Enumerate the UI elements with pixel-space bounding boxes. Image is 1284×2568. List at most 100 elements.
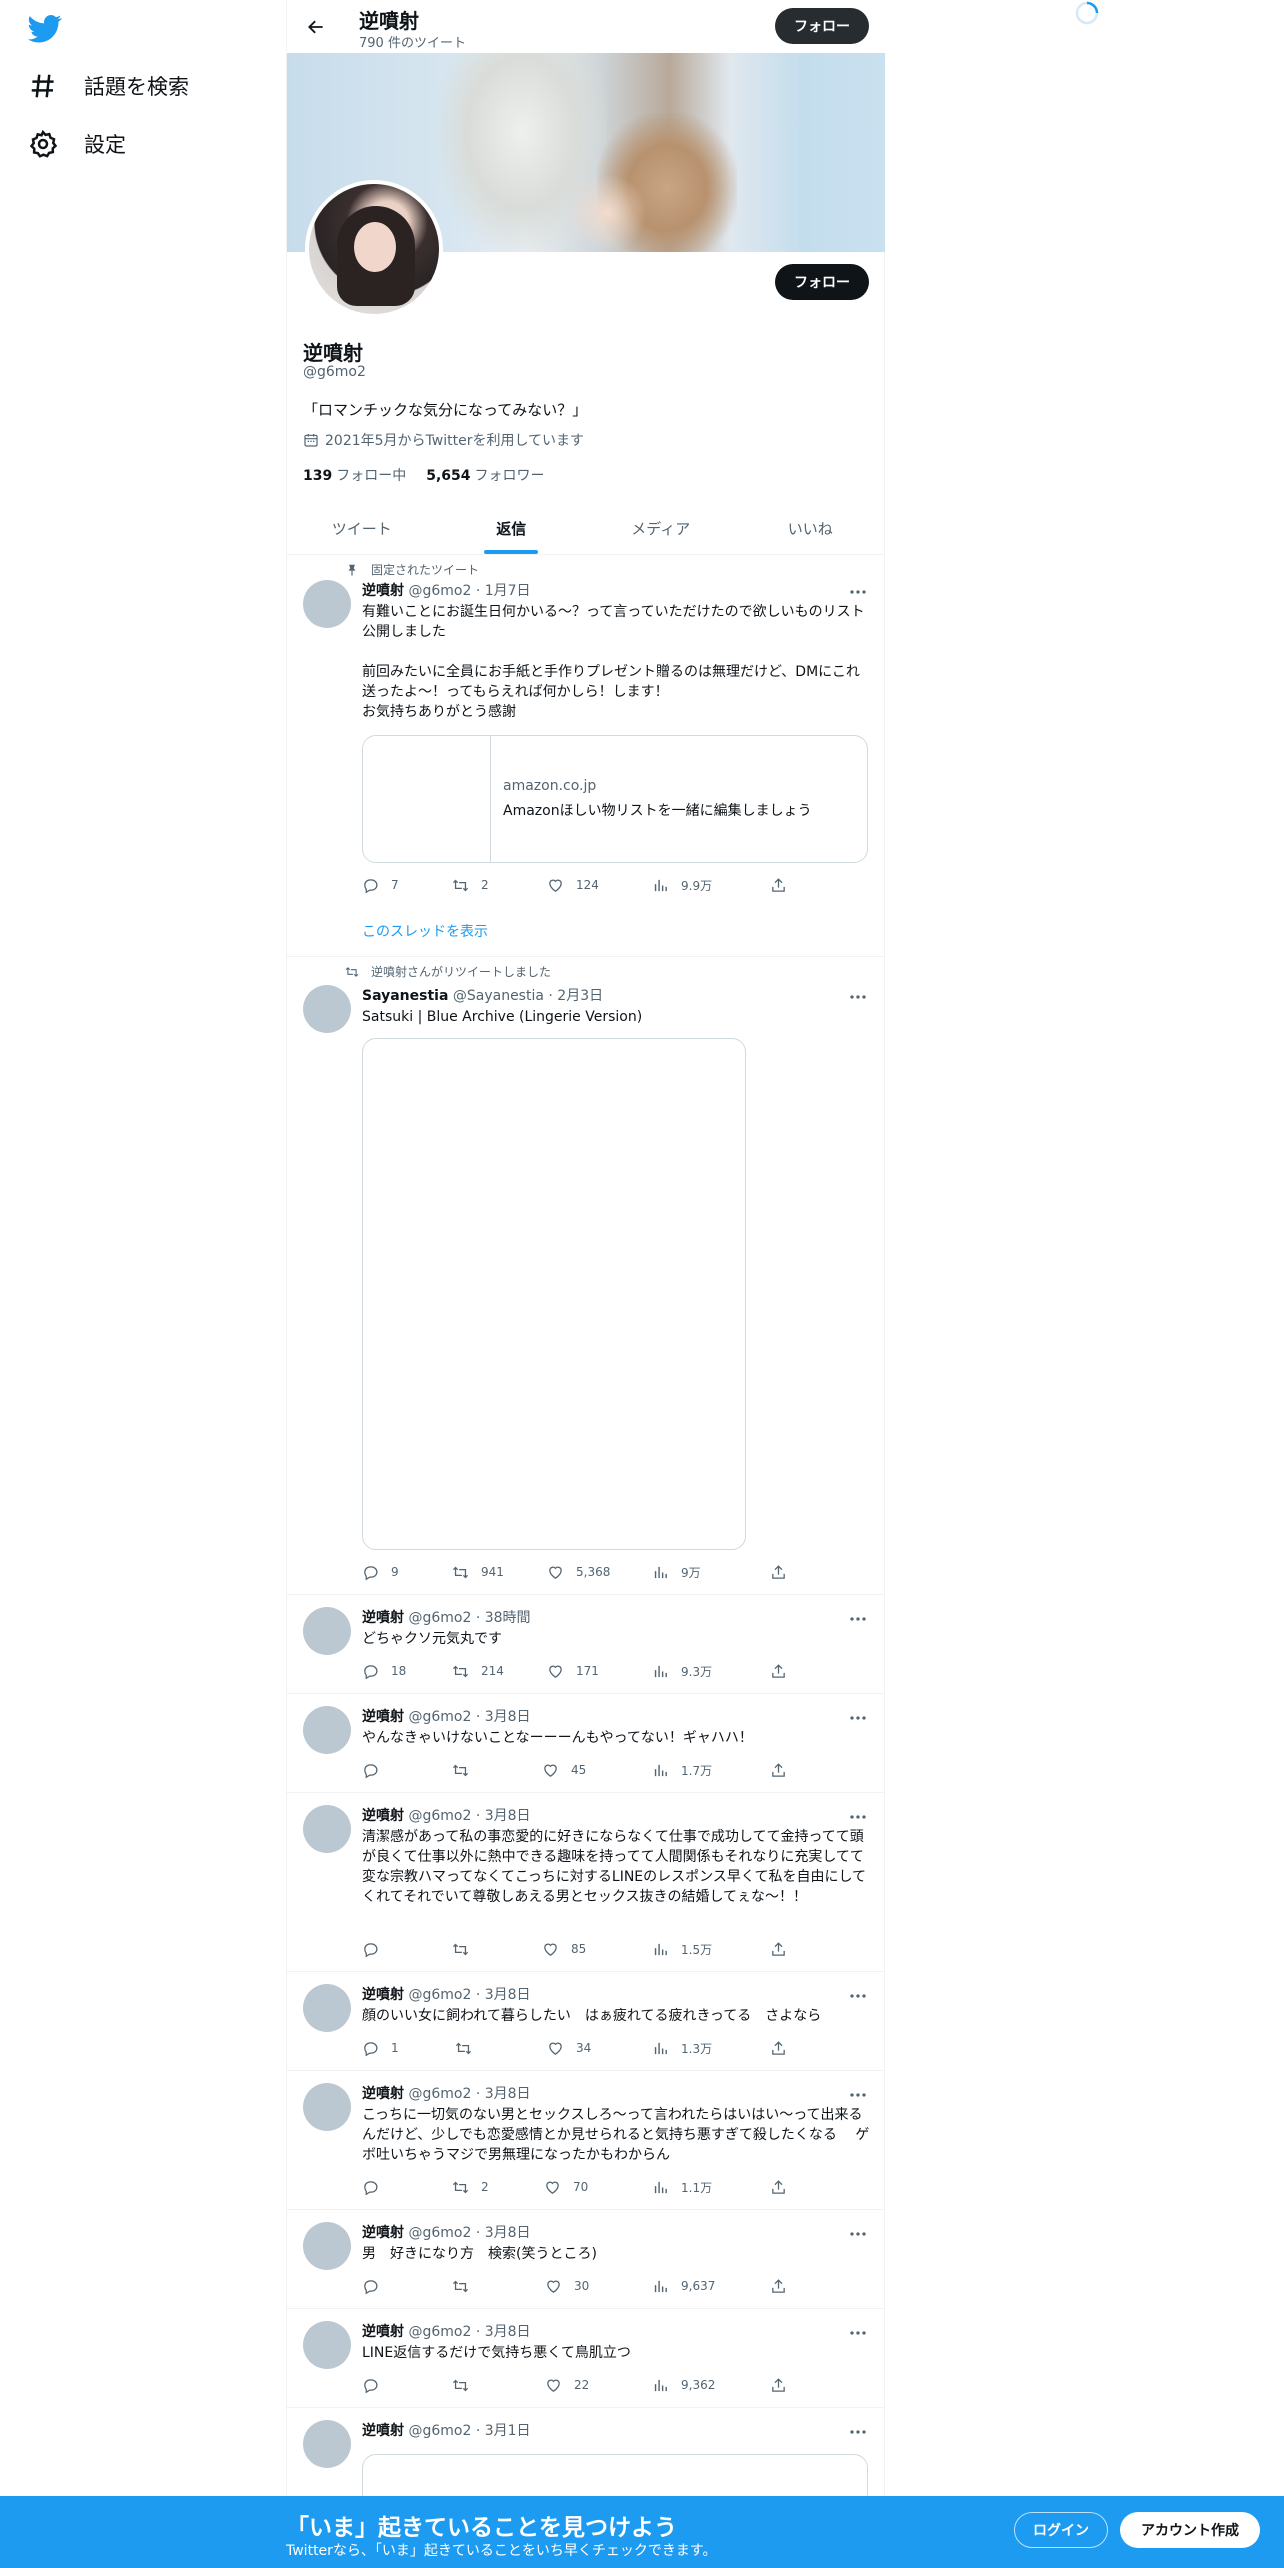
like-button[interactable]: 5,368 [547, 1562, 610, 1582]
like-button[interactable]: 171 [547, 1661, 599, 1681]
avatar[interactable] [303, 985, 351, 1033]
share-button[interactable] [770, 2276, 799, 2296]
retweet-button[interactable] [452, 1939, 481, 1959]
views-button[interactable]: 1.5万 [652, 1939, 712, 1959]
views-button[interactable]: 1.7万 [652, 1760, 712, 1780]
retweet-button[interactable] [452, 1760, 481, 1780]
tweet[interactable]: 逆噴射 @g6mo2 · 3月8日 LINE返信するだけで気持ち悪くて鳥肌立つ … [287, 2309, 885, 2408]
like-button[interactable]: 34 [547, 2038, 591, 2058]
more-button[interactable] [847, 1989, 869, 2003]
reply-button[interactable]: 7 [362, 875, 399, 895]
views-button[interactable]: 1.3万 [652, 2038, 712, 2058]
login-button[interactable]: ログイン [1014, 2512, 1108, 2548]
retweet-button[interactable]: 214 [452, 1661, 504, 1681]
views-button[interactable]: 9万 [652, 1562, 701, 1582]
reply-button[interactable] [362, 2276, 391, 2296]
more-button[interactable] [847, 2088, 869, 2102]
tweet[interactable]: 逆噴射さんがリツイートしました Sayanestia @Sayanestia ·… [287, 957, 885, 1595]
share-button[interactable] [770, 1661, 799, 1681]
tab-replies[interactable]: 返信 [437, 503, 587, 554]
follow-button[interactable]: フォロー [775, 264, 869, 300]
like-button[interactable]: 124 [547, 875, 599, 895]
avatar[interactable] [303, 1984, 351, 2032]
more-button[interactable] [847, 2227, 869, 2241]
more-button[interactable] [847, 2425, 869, 2439]
share-button[interactable] [770, 1760, 799, 1780]
share-button[interactable] [770, 1562, 799, 1582]
avatar[interactable] [303, 2321, 351, 2369]
share-button[interactable] [770, 1939, 799, 1959]
views-button[interactable]: 9.3万 [652, 1661, 712, 1681]
retweet-button[interactable]: 2 [452, 2177, 489, 2197]
like-button[interactable]: 85 [542, 1939, 586, 1959]
profile-avatar[interactable] [305, 180, 443, 318]
views-button[interactable]: 9,637 [652, 2276, 715, 2296]
reply-button[interactable] [362, 2177, 391, 2197]
following-link[interactable]: 139 フォロー中 [303, 465, 406, 485]
views-button[interactable]: 9.9万 [652, 875, 712, 895]
tab-likes[interactable]: いいね [736, 503, 886, 554]
reply-button[interactable] [362, 1939, 391, 1959]
twitter-bird-icon[interactable] [28, 14, 62, 44]
main-column: 逆噴射 790 件のツイート フォロー フォロー 逆噴射 @g6mo2 「ロマン… [286, 0, 885, 2568]
more-button[interactable] [847, 990, 869, 1004]
more-button[interactable] [847, 585, 869, 599]
tweet[interactable]: 逆噴射 @g6mo2 · 3月8日 男 好きになり方 検索(笑うところ) 30 … [287, 2210, 885, 2309]
followers-link[interactable]: 5,654 フォロワー [426, 465, 544, 485]
avatar[interactable] [303, 2420, 351, 2468]
retweet-button[interactable] [452, 2276, 481, 2296]
share-button[interactable] [770, 2038, 799, 2058]
share-button[interactable] [770, 2177, 799, 2197]
sidebar-item-settings[interactable]: 設定 [28, 124, 126, 164]
tweet-text: 清潔感があって私の事恋愛的に好きにならなくて仕事で成功してて金持ってて頭が良くて… [362, 1829, 867, 1905]
like-button[interactable]: 45 [542, 1760, 586, 1780]
more-button[interactable] [847, 2326, 869, 2340]
sidebar-item-explore[interactable]: 話題を検索 [28, 66, 189, 106]
like-button[interactable]: 70 [544, 2177, 588, 2197]
reply-button[interactable]: 9 [362, 1562, 399, 1582]
share-button[interactable] [770, 875, 799, 895]
retweet-button[interactable] [452, 2375, 481, 2395]
more-icon [849, 1993, 867, 1999]
back-button[interactable] [301, 12, 331, 42]
profile-joined-text: 2021年5月からTwitterを利用しています [325, 433, 585, 449]
avatar[interactable] [303, 2083, 351, 2131]
more-button[interactable] [847, 1612, 869, 1626]
tweet[interactable]: 固定されたツイート 逆噴射 @g6mo2 · 1月7日 有難いことにお誕生日何か… [287, 555, 885, 957]
reply-button[interactable] [362, 1760, 391, 1780]
link-card[interactable]: amazon.co.jp Amazonほしい物リストを一緒に編集しましょう [362, 735, 868, 863]
more-button[interactable] [847, 1711, 869, 1725]
tweet[interactable]: 逆噴射 @g6mo2 · 3月8日 やんなきゃいけないことなーーーんもやってない… [287, 1694, 885, 1793]
retweet-button[interactable]: 941 [452, 1562, 504, 1582]
reply-button[interactable]: 1 [362, 2038, 399, 2058]
tweet-actions: 7 2 124 9.9万 [362, 875, 782, 895]
avatar[interactable] [303, 1607, 351, 1655]
signup-button[interactable]: アカウント作成 [1120, 2512, 1260, 2548]
tweet[interactable]: 逆噴射 @g6mo2 · 3月8日 こっちに一切気のない男とセックスしろ〜って言… [287, 2071, 885, 2210]
tweet[interactable]: 逆噴射 @g6mo2 · 38時間 どちゃクソ元気丸です 18 214 171 … [287, 1595, 885, 1694]
views-button[interactable]: 1.1万 [652, 2177, 712, 2197]
show-thread-link[interactable]: このスレッドを表示 [362, 921, 488, 941]
header-follow-button[interactable]: フォロー [775, 8, 869, 44]
avatar[interactable] [303, 2222, 351, 2270]
retweet-button[interactable]: 2 [452, 875, 489, 895]
reply-button[interactable]: 18 [362, 1661, 406, 1681]
reply-button[interactable] [362, 2375, 391, 2395]
views-button[interactable]: 9,362 [652, 2375, 715, 2395]
avatar[interactable] [303, 580, 351, 628]
tab-tweets[interactable]: ツイート [287, 503, 437, 554]
tweet-media[interactable] [362, 1038, 746, 1550]
tweet[interactable]: 逆噴射 @g6mo2 · 3月8日 顔のいい女に飼われて暮らしたい はぁ疲れてる… [287, 1972, 885, 2071]
tab-media[interactable]: メディア [586, 503, 736, 554]
avatar[interactable] [303, 1706, 351, 1754]
tweet[interactable]: 逆噴射 @g6mo2 · 3月8日 清潔感があって私の事恋愛的に好きにならなくて… [287, 1793, 885, 1972]
profile-tabs: ツイート 返信 メディア いいね [287, 503, 885, 555]
like-button[interactable]: 30 [545, 2276, 589, 2296]
reply-icon [362, 1564, 379, 1581]
tweet-actions: 22 9,362 [362, 2375, 782, 2395]
more-button[interactable] [847, 1810, 869, 1824]
like-button[interactable]: 22 [545, 2375, 589, 2395]
retweet-button[interactable] [455, 2038, 484, 2058]
share-button[interactable] [770, 2375, 799, 2395]
avatar[interactable] [303, 1805, 351, 1853]
